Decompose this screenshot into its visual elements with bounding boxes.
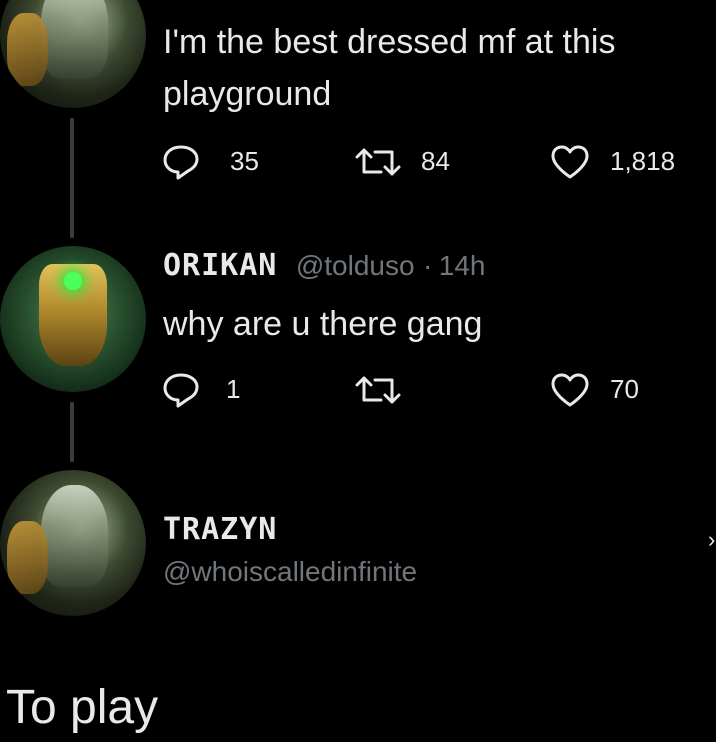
repost-button[interactable] bbox=[355, 370, 415, 410]
caption-text: To play bbox=[6, 681, 159, 734]
user-handle[interactable]: @whoiscalledinfinite bbox=[163, 556, 417, 588]
like-button[interactable]: 1,818 bbox=[548, 142, 698, 182]
like-button[interactable]: 70 bbox=[548, 370, 668, 410]
reply-icon bbox=[163, 145, 199, 180]
display-name[interactable]: TRAZYN bbox=[163, 512, 277, 547]
tweet-header: ORIKAN @tolduso · 14h bbox=[163, 248, 486, 283]
separator-dot: · bbox=[423, 250, 433, 281]
like-icon bbox=[551, 145, 589, 179]
tweet-body: why are u there gang bbox=[163, 305, 483, 343]
reply-count: 35 bbox=[230, 146, 259, 176]
repost-count: 84 bbox=[421, 146, 450, 176]
reply-button[interactable]: 1 bbox=[160, 370, 270, 410]
reply-button[interactable]: 35 bbox=[160, 142, 270, 182]
like-icon bbox=[551, 373, 589, 407]
thread-line bbox=[70, 118, 74, 238]
like-count: 70 bbox=[610, 374, 639, 404]
repost-icon bbox=[355, 376, 401, 404]
timestamp[interactable]: 14h bbox=[439, 250, 486, 281]
reply-icon bbox=[163, 373, 199, 408]
tweet-body-line: playground bbox=[163, 75, 332, 113]
tweet-body-line: I'm the best dressed mf at this bbox=[163, 23, 616, 61]
like-count: 1,818 bbox=[610, 146, 676, 176]
chevron-right-icon[interactable]: › bbox=[708, 527, 715, 553]
reply-count: 1 bbox=[226, 374, 241, 404]
repost-button[interactable]: 84 bbox=[355, 142, 475, 182]
user-handle[interactable]: @tolduso bbox=[296, 250, 415, 281]
thread-line bbox=[70, 402, 74, 462]
avatar-trazyn-top[interactable] bbox=[0, 0, 146, 108]
display-name[interactable]: ORIKAN bbox=[163, 248, 277, 283]
avatar-orikan[interactable] bbox=[0, 246, 146, 392]
avatar-trazyn[interactable] bbox=[0, 470, 146, 616]
repost-icon bbox=[355, 148, 401, 176]
